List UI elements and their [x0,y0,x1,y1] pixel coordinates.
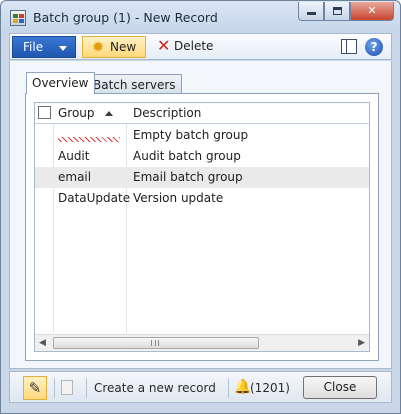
help-icon[interactable]: ? [365,38,383,56]
file-menu-button[interactable]: File [12,36,76,58]
chevron-down-icon [59,46,67,51]
maximize-button[interactable] [324,2,350,21]
group-cell[interactable]: DataUpdate [58,191,130,205]
overview-panel: Group Description Empty batch group Audi… [25,93,379,361]
layout-icon[interactable] [341,39,357,54]
table-row[interactable]: DataUpdate Version update [35,188,369,209]
maximize-icon [333,7,342,15]
table-row[interactable]: email Email batch group [35,167,369,188]
new-button[interactable]: ✹ New [82,36,146,58]
group-cell[interactable]: Audit [58,149,89,163]
new-button-label: New [110,40,137,54]
minimize-button[interactable] [298,2,324,21]
delete-button-label: Delete [174,39,214,53]
group-cell[interactable]: email [58,170,91,184]
record-window: Batch group (1) - New Record ✕ File ✹ Ne… [0,0,401,414]
description-cell[interactable]: Audit batch group [133,149,241,163]
description-cell[interactable]: Empty batch group [133,128,248,142]
close-button[interactable]: Close [303,376,377,399]
delete-button[interactable]: ✕ Delete [152,36,216,58]
notification-bell-icon[interactable]: 🔔 [234,379,251,395]
column-header-description[interactable]: Description [133,106,201,120]
grid-header: Group Description [35,103,369,124]
window-title: Batch group (1) - New Record [33,10,218,25]
app-icon [10,10,26,26]
batch-group-grid: Group Description Empty batch group Audi… [34,102,370,352]
tab-batch-servers[interactable]: Batch servers [87,74,182,93]
delete-icon: ✕ [157,36,171,55]
grip-icon [151,340,159,346]
minimize-icon [307,12,316,15]
action-pane: File ✹ New ✕ Delete ? [9,33,392,60]
column-header-group[interactable]: Group [58,106,95,120]
table-row[interactable]: Audit Audit batch group [35,146,369,167]
close-window-button[interactable]: ✕ [350,2,394,21]
sort-ascending-icon [105,111,113,116]
scrollbar-thumb[interactable] [53,337,259,349]
scroll-left-icon[interactable]: ◀ [39,338,46,348]
notification-count[interactable]: (1201) [250,381,290,395]
attachment-icon[interactable] [61,380,73,395]
select-all-checkbox[interactable] [38,106,51,119]
file-menu-label: File [23,40,44,54]
description-cell[interactable]: Email batch group [133,170,243,184]
scroll-right-icon[interactable]: ▶ [358,338,365,348]
tab-overview[interactable]: Overview [26,72,95,94]
form-body: Overview Batch servers Group Description… [9,61,392,369]
validation-error-underline [58,137,120,142]
status-message: Create a new record [94,381,216,395]
status-bar: ✎ Create a new record 🔔 (1201) Close [9,371,392,403]
edit-mode-icon[interactable]: ✎ [23,376,47,400]
close-icon: ✕ [367,4,377,17]
horizontal-scrollbar[interactable]: ◀ ▶ [35,334,369,351]
title-bar[interactable]: Batch group (1) - New Record ✕ [1,1,400,33]
window-controls: ✕ [298,2,394,22]
new-record-icon: ✹ [91,38,105,56]
table-row[interactable]: Empty batch group [35,125,369,146]
description-cell[interactable]: Version update [133,191,223,205]
